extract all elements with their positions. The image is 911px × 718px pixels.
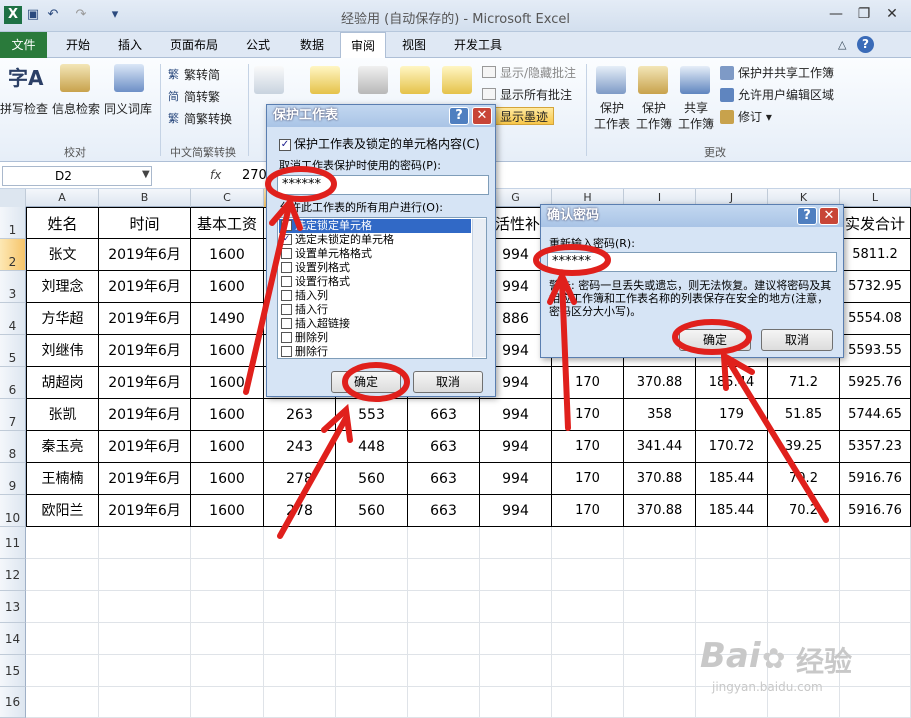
annotation-circle-password	[265, 166, 337, 202]
annotation-arrow	[277, 415, 349, 539]
annotation-arrow	[243, 199, 293, 395]
watermark-brand: Bai	[700, 636, 761, 676]
annotation-circle-confirm-ok	[672, 319, 752, 355]
annotation-circle-confirm-password	[533, 244, 611, 276]
annotation-overlay	[243, 166, 829, 539]
watermark-mid: 经验	[796, 645, 853, 678]
annotation-circle-ok	[342, 362, 410, 402]
annotation-arrow	[559, 277, 571, 431]
paw-icon: ✿	[762, 642, 786, 675]
watermark-url: jingyan.baidu.com	[712, 680, 823, 694]
annotation-arrow	[725, 357, 829, 523]
